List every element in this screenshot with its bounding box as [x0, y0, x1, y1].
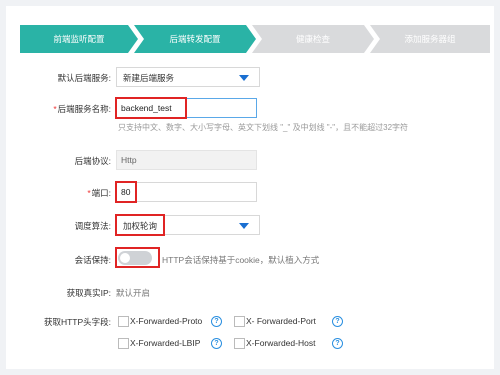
default-backend-value: 新建后端服务	[123, 73, 175, 83]
algorithm-row: 调度算法: 加权轮询	[6, 214, 494, 236]
help-icon[interactable]: ?	[332, 316, 343, 327]
port-input[interactable]: 80	[116, 182, 257, 202]
headers-label: 获取HTTP头字段:	[43, 317, 111, 327]
backend-name-row: *后端服务名称: backend_test 只支持中文、数字、大小写字母、英文下…	[6, 97, 494, 134]
highlight-box	[115, 181, 137, 203]
default-backend-row: 默认后端服务: 新建后端服务	[6, 67, 494, 87]
highlight-box	[115, 97, 187, 119]
checkbox-x-forwarded-proto[interactable]	[118, 316, 129, 327]
checkbox-x-forwarded-host[interactable]	[234, 338, 245, 349]
x-forwarded-port-label: X- Forwarded-Port	[246, 316, 316, 326]
port-row: *端口: 80	[6, 181, 494, 203]
x-forwarded-proto-label: X-Forwarded-Proto	[130, 316, 203, 326]
checkbox-x-forwarded-lbip[interactable]	[118, 338, 129, 349]
help-icon[interactable]: ?	[332, 338, 343, 349]
step-health-check[interactable]: 健康检查	[252, 25, 374, 53]
session-label: 会话保持:	[74, 255, 111, 265]
headers-row: 获取HTTP头字段: X-Forwarded-Proto ? X- Forwar…	[6, 314, 494, 354]
help-icon[interactable]: ?	[211, 316, 222, 327]
highlight-box	[115, 214, 165, 236]
chevron-down-icon	[239, 75, 249, 81]
session-description: HTTP会话保持基于cookie，默认植入方式	[162, 255, 320, 265]
real-ip-value: 默认开启	[116, 288, 151, 298]
protocol-value: Http	[121, 155, 137, 165]
protocol-label: 后端协议:	[74, 156, 111, 166]
port-label: *端口:	[87, 188, 111, 198]
backend-name-hint: 只支持中文、数字、大小写字母、英文下划线 "_" 及中划线 "-"，且不能超过3…	[118, 123, 409, 132]
default-backend-label: 默认后端服务:	[57, 73, 111, 83]
protocol-field: Http	[116, 150, 257, 170]
x-forwarded-lbip-label: X-Forwarded-LBIP	[130, 338, 201, 348]
x-forwarded-host-label: X-Forwarded-Host	[246, 338, 316, 348]
checkbox-x-forwarded-port[interactable]	[234, 316, 245, 327]
help-icon[interactable]: ?	[211, 338, 222, 349]
wizard-steps: 前端监听配置 后端转发配置 健康检查 添加服务器组	[20, 25, 490, 53]
backend-name-label: *后端服务名称:	[53, 104, 111, 114]
chevron-down-icon	[239, 223, 249, 229]
highlight-box	[115, 247, 160, 268]
real-ip-label: 获取真实IP:	[66, 288, 111, 298]
form-panel: 前端监听配置 后端转发配置 健康检查 添加服务器组 默认后端服务: 新建后端服务…	[6, 6, 494, 369]
step-backend-forwarding[interactable]: 后端转发配置	[134, 25, 256, 53]
protocol-row: 后端协议: Http	[6, 150, 494, 170]
step-add-server-group[interactable]: 添加服务器组	[370, 25, 490, 53]
real-ip-row: 获取真实IP: 默认开启	[6, 285, 494, 301]
step-frontend-listener[interactable]: 前端监听配置	[20, 25, 138, 53]
algorithm-label: 调度算法:	[74, 221, 111, 231]
session-row: 会话保持: HTTP会话保持基于cookie，默认植入方式	[6, 247, 494, 270]
default-backend-select[interactable]: 新建后端服务	[116, 67, 260, 87]
